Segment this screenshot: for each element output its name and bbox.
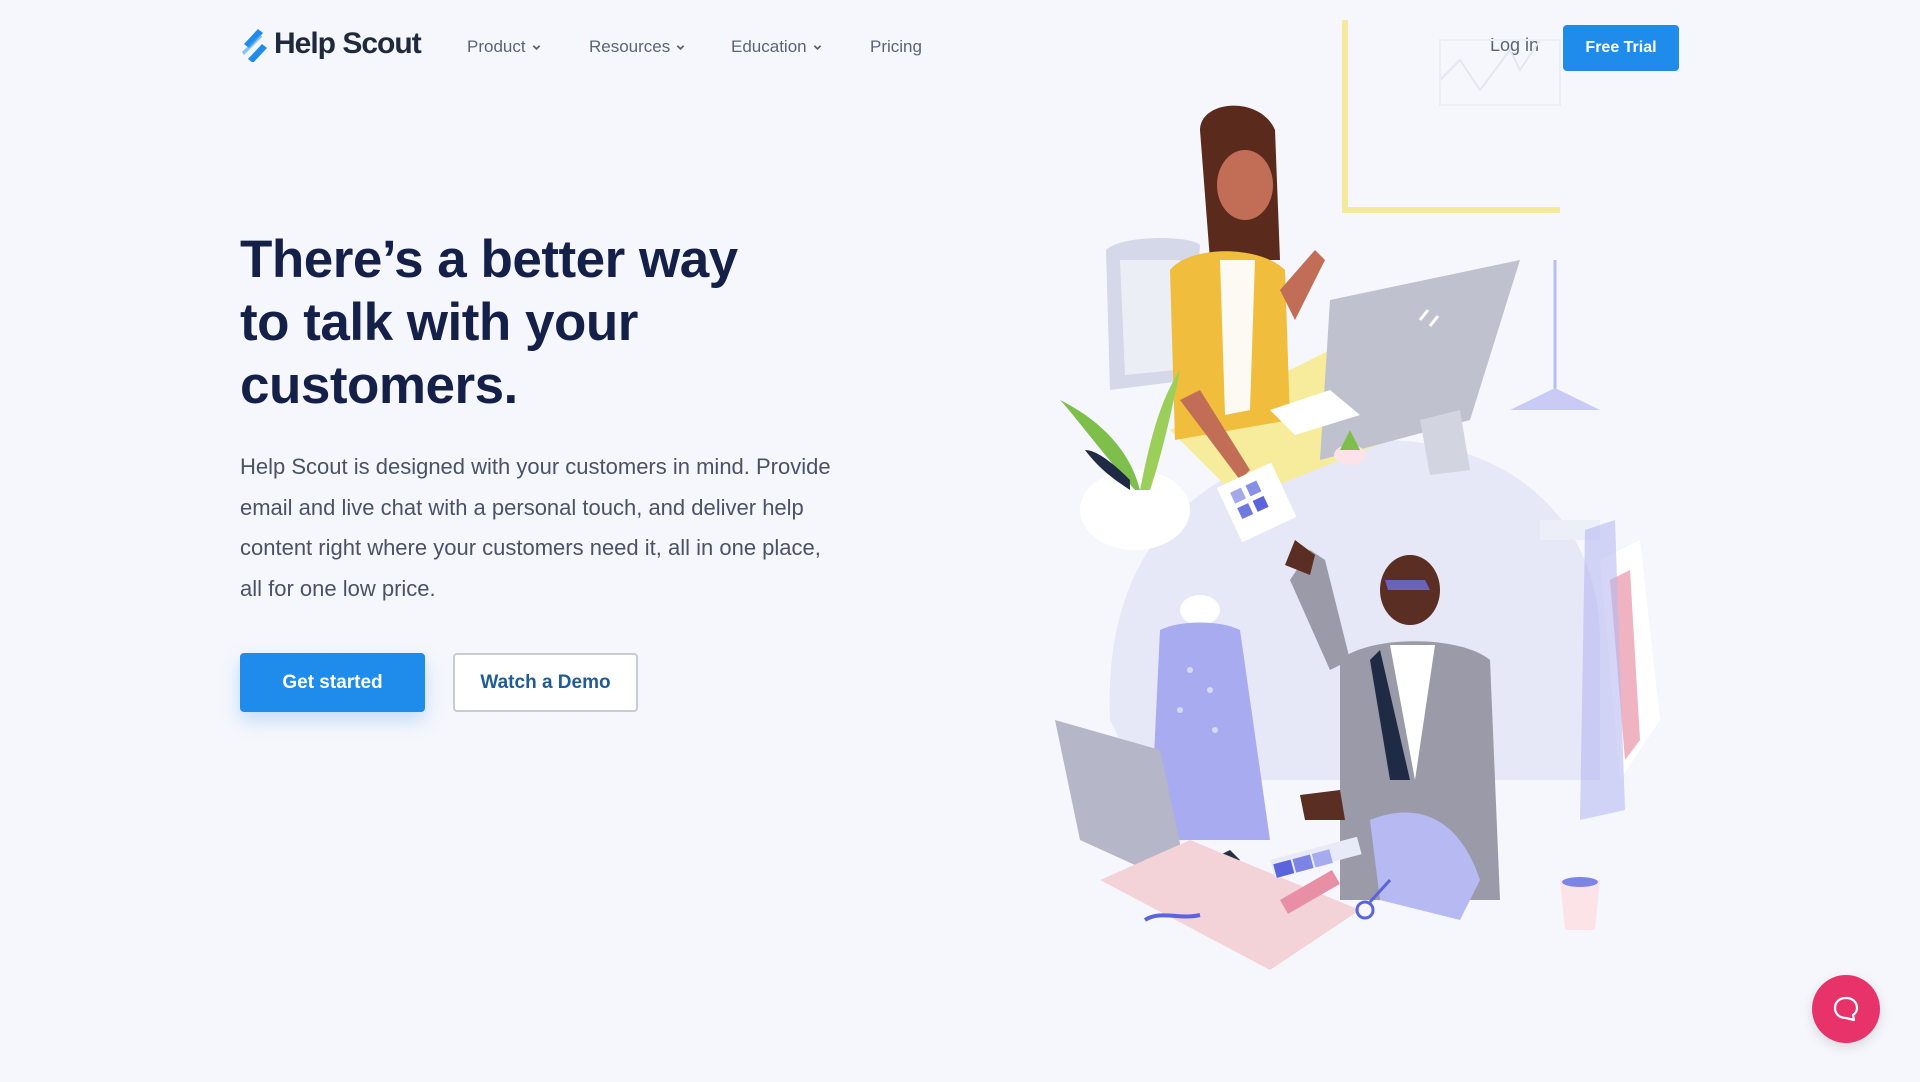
hanging-lamp: [1510, 260, 1600, 410]
nav-item-resources[interactable]: Resources: [589, 37, 685, 57]
coffee-mug: [1560, 877, 1600, 930]
watch-demo-button[interactable]: Watch a Demo: [453, 653, 638, 712]
nav-item-label: Education: [731, 37, 807, 56]
nav-item-product[interactable]: Product: [467, 37, 541, 57]
chat-beacon-button[interactable]: [1812, 975, 1880, 1043]
whiteboard: [1342, 20, 1561, 213]
chevron-down-icon: [676, 44, 685, 50]
hero-title-line: customers.: [240, 356, 518, 415]
nav-item-label: Pricing: [870, 37, 922, 56]
chevron-down-icon: [532, 44, 540, 50]
nav-item-label: Resources: [589, 37, 671, 56]
chat-bubble-icon: [1833, 996, 1859, 1022]
help-scout-logo-icon: [242, 29, 267, 62]
hero-illustration: [1055, 20, 1660, 970]
get-started-button[interactable]: Get started: [240, 653, 425, 712]
hero-title: There’s a better way to talk with your c…: [240, 228, 800, 417]
potted-plant: [1060, 370, 1190, 550]
nav-item-pricing[interactable]: Pricing: [870, 37, 922, 57]
hero-title-line: There’s a better way: [240, 230, 738, 289]
nav-item-label: Product: [467, 37, 526, 56]
nav-item-education[interactable]: Education: [731, 37, 822, 57]
brand-logo[interactable]: Help Scout: [240, 26, 422, 62]
hero-description: Help Scout is designed with your custome…: [240, 454, 831, 601]
hero-title-line: to talk with your: [240, 293, 638, 352]
brand-name: Help Scout: [274, 27, 422, 60]
chevron-down-icon: [813, 44, 821, 50]
